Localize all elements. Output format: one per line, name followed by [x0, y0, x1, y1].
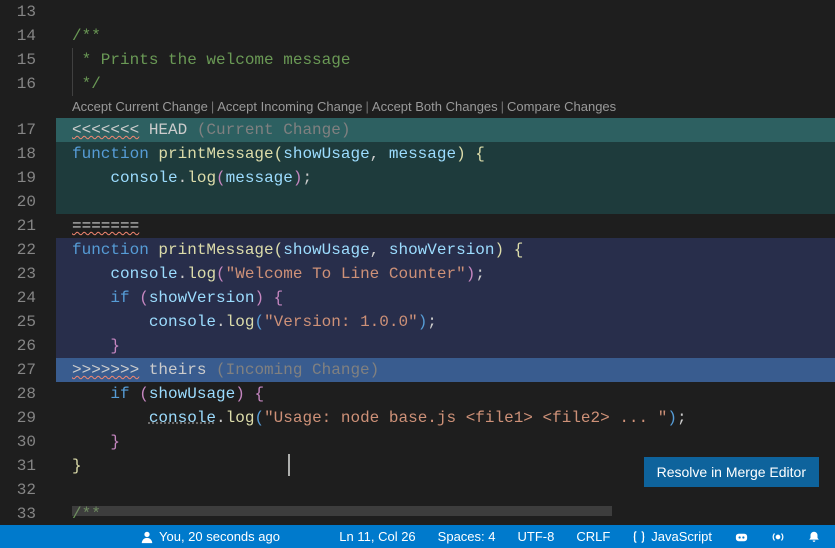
line-number: 15: [0, 48, 56, 72]
conflict-incoming-body: console.log("Welcome To Line Counter");: [56, 262, 835, 286]
code-line: if (showUsage) {: [56, 382, 835, 406]
broadcast-icon: [771, 530, 785, 544]
statusbar-eol[interactable]: CRLF: [572, 525, 614, 548]
conflict-current-header: <<<<<<< HEAD (Current Change): [56, 118, 835, 142]
line-number: 25: [0, 310, 56, 334]
comment-text: */: [72, 75, 101, 93]
line-number: 17: [0, 118, 56, 142]
line-number: 33: [0, 502, 56, 525]
compare-changes-link[interactable]: Compare Changes: [507, 99, 616, 114]
line-number: 23: [0, 262, 56, 286]
conflict-incoming-body: }: [56, 334, 835, 358]
line-number: 29: [0, 406, 56, 430]
statusbar-blame[interactable]: You, 20 seconds ago: [136, 525, 284, 548]
statusbar-blame-text: You, 20 seconds ago: [159, 529, 280, 544]
conflict-current-body: [56, 190, 835, 214]
statusbar-indent[interactable]: Spaces: 4: [434, 525, 500, 548]
text-cursor: [288, 454, 290, 476]
line-number: 30: [0, 430, 56, 454]
conflict-incoming-header: >>>>>>> theirs (Incoming Change): [56, 358, 835, 382]
merge-codelens: Accept Current Change|Accept Incoming Ch…: [0, 96, 835, 118]
line-number: 28: [0, 382, 56, 406]
braces-icon: [632, 530, 646, 544]
line-number: 14: [0, 24, 56, 48]
line-number: 26: [0, 334, 56, 358]
comment-text: /**: [72, 27, 101, 45]
accept-incoming-link[interactable]: Accept Incoming Change: [217, 99, 362, 114]
line-number: 13: [0, 0, 56, 24]
line-number: 31: [0, 454, 56, 478]
line-number: 21: [0, 214, 56, 238]
code-line: }: [56, 430, 835, 454]
horizontal-scrollbar[interactable]: [72, 506, 612, 516]
line-number: 18: [0, 142, 56, 166]
accept-both-link[interactable]: Accept Both Changes: [372, 99, 498, 114]
line-number: 24: [0, 286, 56, 310]
conflict-incoming-body: console.log("Version: 1.0.0");: [56, 310, 835, 334]
status-bar: You, 20 seconds ago Ln 11, Col 26 Spaces…: [0, 525, 835, 548]
statusbar-feedback[interactable]: [767, 525, 789, 548]
line-number: 20: [0, 190, 56, 214]
conflict-incoming-body: function printMessage(showUsage, showVer…: [56, 238, 835, 262]
comment-text: * Prints the welcome message: [72, 51, 350, 69]
conflict-current-body: function printMessage(showUsage, message…: [56, 142, 835, 166]
line-number: 16: [0, 72, 56, 96]
statusbar-copilot[interactable]: [730, 525, 753, 548]
conflict-incoming-body: if (showVersion) {: [56, 286, 835, 310]
statusbar-language[interactable]: JavaScript: [628, 525, 716, 548]
resolve-merge-editor-button[interactable]: Resolve in Merge Editor: [644, 457, 819, 487]
bell-icon: [807, 530, 821, 544]
person-icon: [140, 530, 154, 544]
statusbar-encoding[interactable]: UTF-8: [514, 525, 559, 548]
copilot-icon: [734, 529, 749, 544]
accept-current-link[interactable]: Accept Current Change: [72, 99, 208, 114]
line-number: 22: [0, 238, 56, 262]
statusbar-notifications[interactable]: [803, 525, 825, 548]
conflict-separator: =======: [56, 214, 835, 238]
line-number: 27: [0, 358, 56, 382]
line-number: 19: [0, 166, 56, 190]
statusbar-cursor-position[interactable]: Ln 11, Col 26: [335, 525, 419, 548]
line-number: 32: [0, 478, 56, 502]
code-line: console.log("Usage: node base.js <file1>…: [56, 406, 835, 430]
code-editor[interactable]: 13 14 /** 15 * Prints the welcome message…: [0, 0, 835, 525]
conflict-current-body: console.log(message);: [56, 166, 835, 190]
